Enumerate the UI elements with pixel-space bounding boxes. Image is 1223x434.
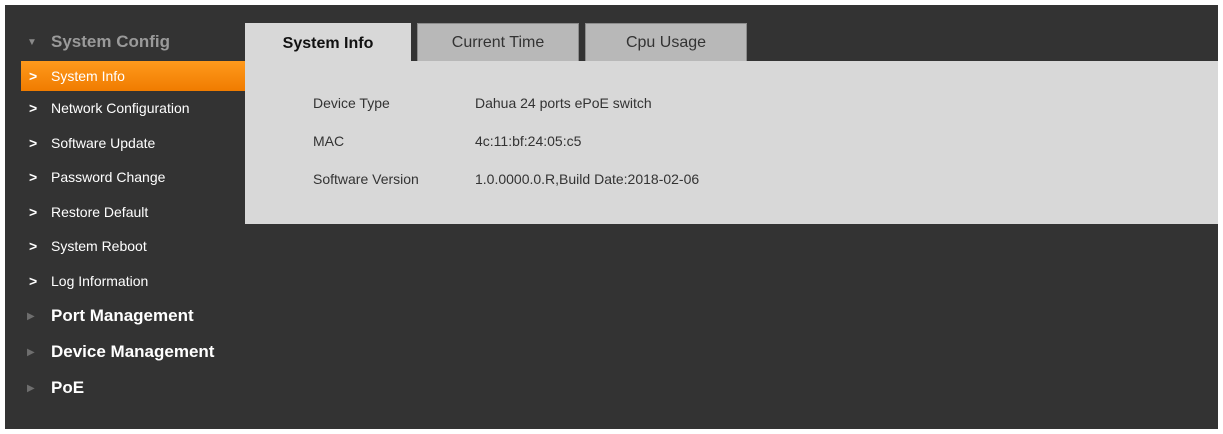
sidebar-group-port-management[interactable]: ▶ Port Management: [21, 298, 250, 334]
triangle-down-icon: ▼: [27, 36, 37, 48]
app-frame: ▼ System Config > System Info > Network …: [5, 5, 1218, 429]
sidebar-group-poe[interactable]: ▶ PoE: [21, 370, 250, 406]
triangle-right-icon: ▶: [27, 382, 35, 394]
sidebar-group-label: PoE: [51, 378, 85, 397]
field-label: MAC: [313, 133, 345, 149]
sidebar-item-label: Password Change: [51, 169, 166, 186]
sidebar: ▼ System Config > System Info > Network …: [21, 23, 250, 406]
info-row-software-version: Software Version 1.0.0000.0.R,Build Date…: [313, 171, 699, 187]
chevron-right-icon: >: [29, 272, 38, 289]
sidebar-item-system-reboot[interactable]: > System Reboot: [21, 229, 250, 264]
sidebar-group-label: Device Management: [51, 342, 215, 361]
sidebar-group-system-config[interactable]: ▼ System Config: [21, 23, 250, 61]
sidebar-item-label: Software Update: [51, 134, 156, 151]
sidebar-group-device-management[interactable]: ▶ Device Management: [21, 334, 250, 370]
sidebar-item-label: System Reboot: [51, 238, 147, 255]
chevron-right-icon: >: [29, 169, 38, 186]
info-row-device-type: Device Type Dahua 24 ports ePoE switch: [313, 95, 652, 111]
sidebar-group-label: System Config: [51, 32, 171, 51]
sidebar-item-system-info[interactable]: > System Info: [21, 61, 250, 91]
info-row-mac: MAC 4c:11:bf:24:05:c5: [313, 133, 581, 149]
chevron-right-icon: >: [29, 203, 38, 220]
sidebar-item-label: Network Configuration: [51, 100, 190, 117]
sidebar-item-label: System Info: [51, 68, 125, 84]
chevron-right-icon: >: [29, 134, 38, 151]
chevron-right-icon: >: [29, 100, 38, 117]
tab-current-time[interactable]: Current Time: [417, 23, 579, 61]
sidebar-item-software-update[interactable]: > Software Update: [21, 126, 250, 161]
sidebar-item-restore-default[interactable]: > Restore Default: [21, 195, 250, 230]
tab-system-info[interactable]: System Info: [245, 23, 411, 63]
tab-cpu-usage[interactable]: Cpu Usage: [585, 23, 747, 61]
sidebar-group-label: Port Management: [51, 306, 194, 325]
field-label: Software Version: [313, 171, 419, 187]
field-value: 1.0.0000.0.R,Build Date:2018-02-06: [475, 171, 700, 187]
sidebar-item-log-information[interactable]: > Log Information: [21, 264, 250, 299]
sidebar-item-network-configuration[interactable]: > Network Configuration: [21, 91, 250, 126]
system-info-panel: Device Type Dahua 24 ports ePoE switch M…: [245, 61, 1218, 224]
chevron-right-icon: >: [29, 68, 38, 84]
field-label: Device Type: [313, 95, 390, 111]
tab-bar: System Info Current Time Cpu Usage: [245, 23, 753, 63]
triangle-right-icon: ▶: [27, 346, 35, 358]
field-value: Dahua 24 ports ePoE switch: [475, 95, 652, 111]
triangle-right-icon: ▶: [27, 310, 35, 322]
sidebar-item-label: Restore Default: [51, 203, 149, 220]
sidebar-item-label: Log Information: [51, 272, 149, 289]
sidebar-item-password-change[interactable]: > Password Change: [21, 160, 250, 195]
field-value: 4c:11:bf:24:05:c5: [475, 133, 582, 149]
chevron-right-icon: >: [29, 238, 38, 255]
